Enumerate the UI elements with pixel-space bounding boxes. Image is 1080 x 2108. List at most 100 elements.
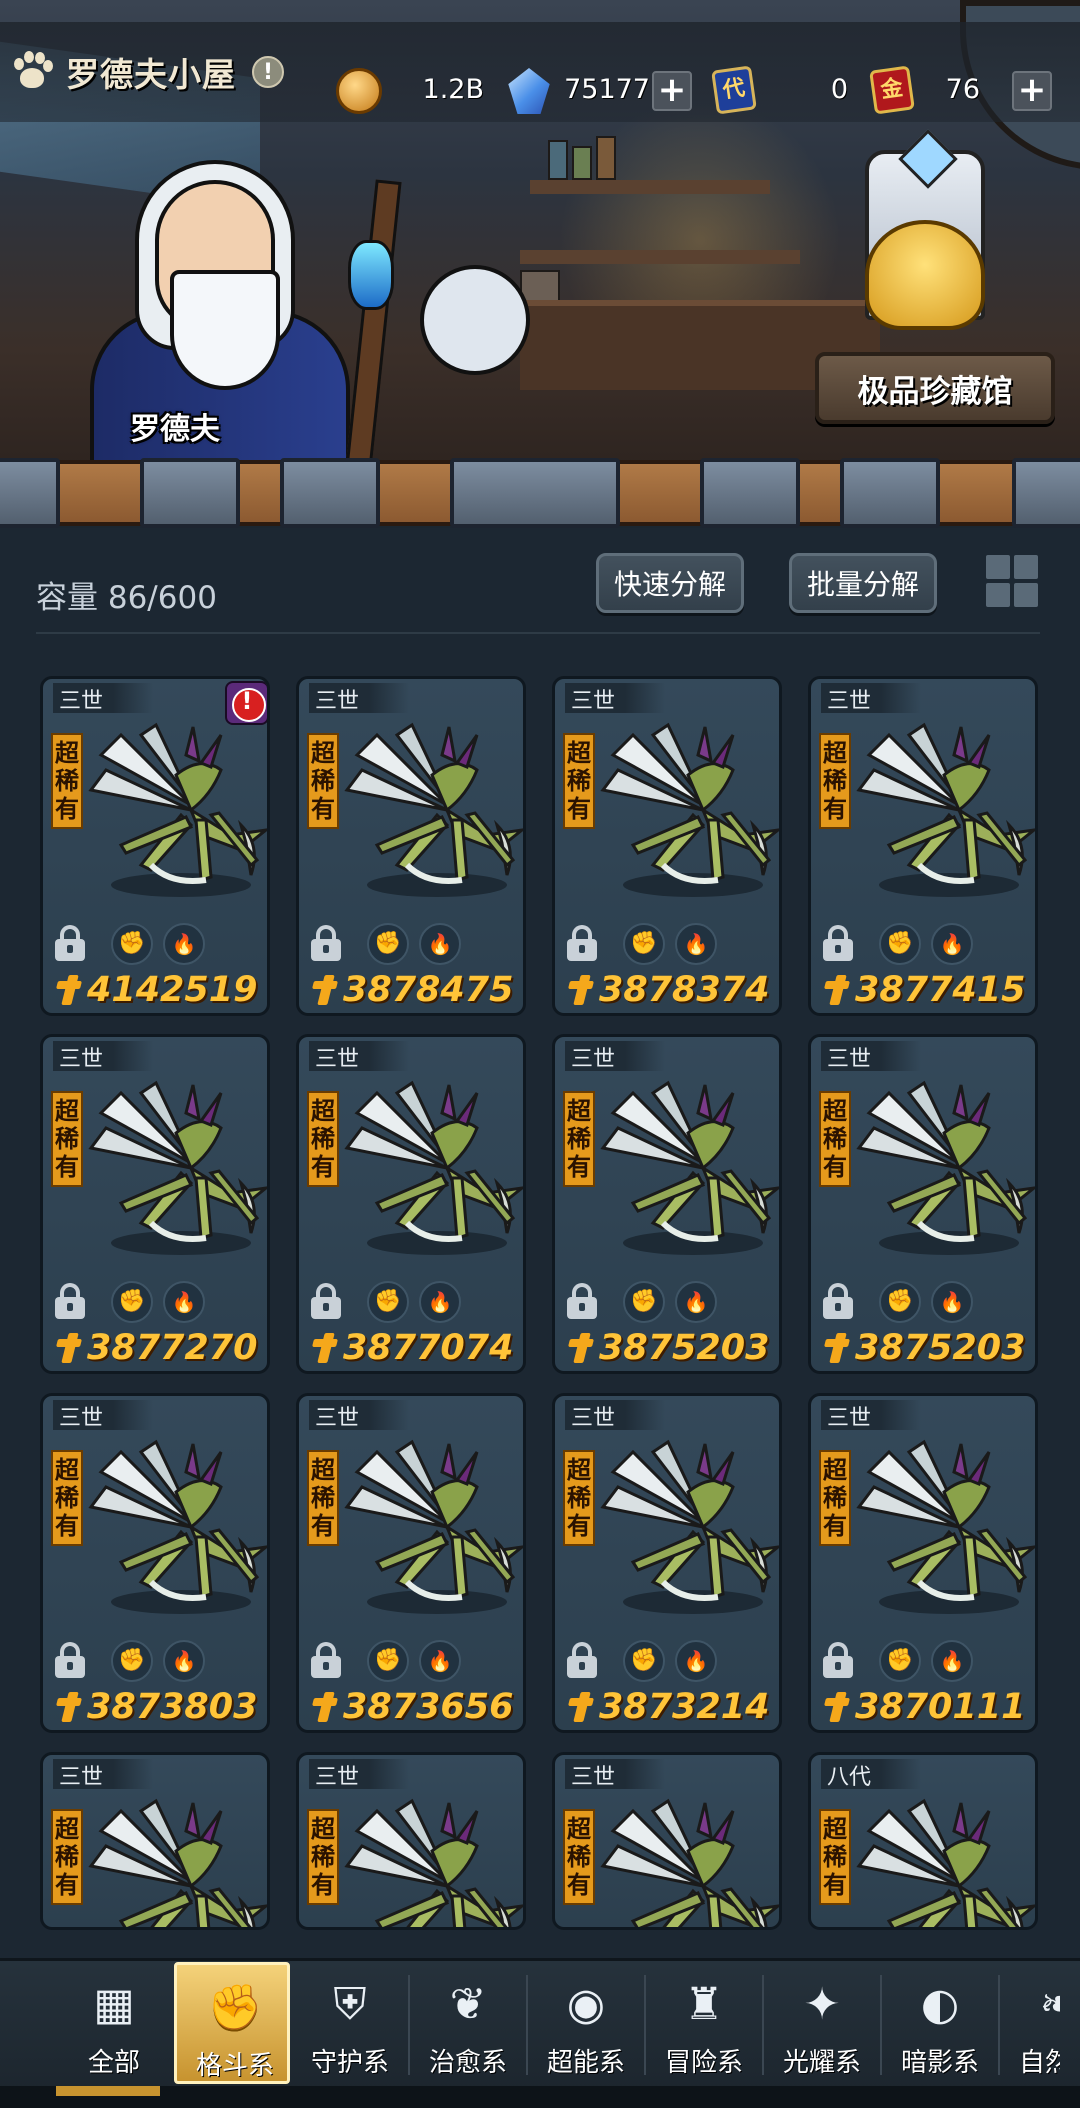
power-row: 4142519 <box>57 969 267 1011</box>
gold-ticket-icon: 金 <box>869 65 915 115</box>
fire-icon: 🔥 <box>419 1640 461 1682</box>
wizard-beard <box>170 270 280 390</box>
pet-card[interactable]: 三世 超稀有 ✊ 🔥 3870111 <box>808 1393 1038 1733</box>
fist-icon: ✊ <box>367 1640 409 1682</box>
pet-card[interactable]: 三世 超稀有 <box>296 1752 526 1930</box>
power-icon <box>313 973 339 1007</box>
lock-icon[interactable] <box>567 1283 597 1319</box>
tab-label: 全部 <box>87 2048 140 2078</box>
mantis-pet-image <box>849 1073 1035 1263</box>
add-gold-ticket-button[interactable]: + <box>1012 71 1052 111</box>
wizard-staff <box>344 179 402 481</box>
lock-icon[interactable] <box>311 1283 341 1319</box>
power-value: 3877074 <box>343 1328 514 1368</box>
lock-icon[interactable] <box>823 925 853 961</box>
power-row: 3877270 <box>57 1327 267 1369</box>
pet-card[interactable]: 三世 超稀有 ✊ 🔥 3877270 <box>40 1034 270 1374</box>
generation-label: 三世 <box>821 1400 921 1431</box>
power-row: 3878475 <box>313 969 523 1011</box>
generation-label: 三世 <box>53 1759 153 1790</box>
fist-icon: ✊ <box>111 1281 153 1323</box>
pet-card[interactable]: 三世 超稀有 ✊ 🔥 3873214 <box>552 1393 782 1733</box>
tab-fist[interactable]: ✊ 格斗系 <box>174 1962 290 2084</box>
lock-icon[interactable] <box>567 925 597 961</box>
lock-icon[interactable] <box>55 1642 85 1678</box>
sprout-icon: ❦ <box>449 1979 487 2030</box>
lock-icon[interactable] <box>311 1642 341 1678</box>
tab-separator <box>526 1975 528 2075</box>
pet-card[interactable]: 三世 超稀有 ✊ 🔥 3873656 <box>296 1393 526 1733</box>
lock-icon[interactable] <box>823 1283 853 1319</box>
lock-icon[interactable] <box>823 1642 853 1678</box>
power-value: 3877270 <box>87 1328 258 1368</box>
rarity-badge: 超稀有 <box>563 1450 595 1546</box>
fence-post <box>1012 458 1080 528</box>
rarity-badge: 超稀有 <box>307 733 339 829</box>
power-row: 3873214 <box>569 1686 779 1728</box>
lock-icon[interactable] <box>311 925 341 961</box>
pet-card[interactable]: 三世 超稀有 ✊ 🔥 3878475 <box>296 676 526 1016</box>
rarity-badge: 超稀有 <box>819 733 851 829</box>
tab-alien[interactable]: ◉ 超能系 <box>528 1962 644 2084</box>
tab-blocks[interactable]: ▦ 全部 <box>56 1962 172 2084</box>
pet-card[interactable]: 三世 超稀有 <box>552 1752 782 1930</box>
mantis-pet-image <box>337 715 523 905</box>
fist-icon: ✊ <box>623 923 665 965</box>
pet-card[interactable]: 三世 超稀有 ✊ 🔥 3873803 <box>40 1393 270 1733</box>
tab-flame-badge[interactable]: ♜ 冒险系 <box>646 1962 762 2084</box>
pet-card[interactable]: 三世 超稀有 ✊ 🔥 3875203 <box>552 1034 782 1374</box>
npc-name: 罗德夫 <box>130 412 220 447</box>
power-value: 4142519 <box>87 970 258 1010</box>
wizard-npc[interactable] <box>60 160 530 481</box>
rarity-badge: 超稀有 <box>819 1450 851 1546</box>
rarity-badge: 超稀有 <box>819 1809 851 1905</box>
lock-icon[interactable] <box>55 925 85 961</box>
museum-throne[interactable] <box>845 150 1005 340</box>
resource-value: 0 <box>830 74 848 105</box>
fire-icon: 🔥 <box>675 1640 717 1682</box>
rarity-badge: 超稀有 <box>51 1450 83 1546</box>
power-icon <box>825 973 851 1007</box>
pet-card[interactable]: 三世 超稀有 ✊ 🔥 3878374 <box>552 676 782 1016</box>
mantis-pet-image <box>593 715 779 905</box>
pet-card[interactable]: 三世 超稀有! ✊ 🔥 4142519 <box>40 676 270 1016</box>
quick-decompose-button[interactable]: 快速分解 <box>596 553 744 613</box>
tab-eclipse[interactable]: ◐ 暗影系 <box>882 1962 998 2084</box>
grid-view-icon[interactable] <box>984 553 1040 609</box>
generation-label: 三世 <box>821 1041 921 1072</box>
tab-shield[interactable]: ⛨ 守护系 <box>292 1962 408 2084</box>
pet-card[interactable]: 三世 超稀有 ✊ 🔥 3877415 <box>808 676 1038 1016</box>
pet-card[interactable]: 三世 超稀有 ✊ 🔥 3877074 <box>296 1034 526 1374</box>
tab-leaf[interactable]: ❧ 自然系 <box>1000 1962 1060 2084</box>
power-value: 3873214 <box>599 1687 770 1727</box>
batch-decompose-button[interactable]: 批量分解 <box>789 553 937 613</box>
info-icon[interactable]: ! <box>252 56 284 88</box>
star-cross-icon: ✦ <box>803 1979 841 2030</box>
tab-star-cross[interactable]: ✦ 光耀系 <box>764 1962 880 2084</box>
museum-button[interactable]: 极品珍藏馆 <box>815 352 1055 424</box>
fire-icon: 🔥 <box>419 1281 461 1323</box>
mantis-pet-image <box>849 715 1035 905</box>
add-crystal-button[interactable]: + <box>652 71 692 111</box>
pet-card[interactable]: 八代 超稀有 <box>808 1752 1038 1930</box>
tab-sprout[interactable]: ❦ 治愈系 <box>410 1962 526 2084</box>
pet-card[interactable]: 三世 超稀有 <box>40 1752 270 1930</box>
shelf <box>520 250 800 264</box>
lock-icon[interactable] <box>567 1642 597 1678</box>
mantis-pet-image <box>849 1432 1035 1622</box>
power-value: 3878475 <box>343 970 514 1010</box>
fist-icon: ✊ <box>367 923 409 965</box>
lock-icon[interactable] <box>55 1283 85 1319</box>
gold-coin-icon <box>336 68 382 114</box>
fist-icon: ✊ <box>623 1640 665 1682</box>
generation-label: 三世 <box>309 1759 409 1790</box>
fire-icon: 🔥 <box>675 1281 717 1323</box>
fence-post <box>700 458 800 528</box>
mantis-pet-image <box>593 1791 779 1927</box>
fist-icon: ✊ <box>111 923 153 965</box>
owl <box>420 265 530 375</box>
paw-icon <box>10 50 54 94</box>
power-row: 3875203 <box>569 1327 779 1369</box>
fist-icon: ✊ <box>879 1640 921 1682</box>
pet-card[interactable]: 三世 超稀有 ✊ 🔥 3875203 <box>808 1034 1038 1374</box>
